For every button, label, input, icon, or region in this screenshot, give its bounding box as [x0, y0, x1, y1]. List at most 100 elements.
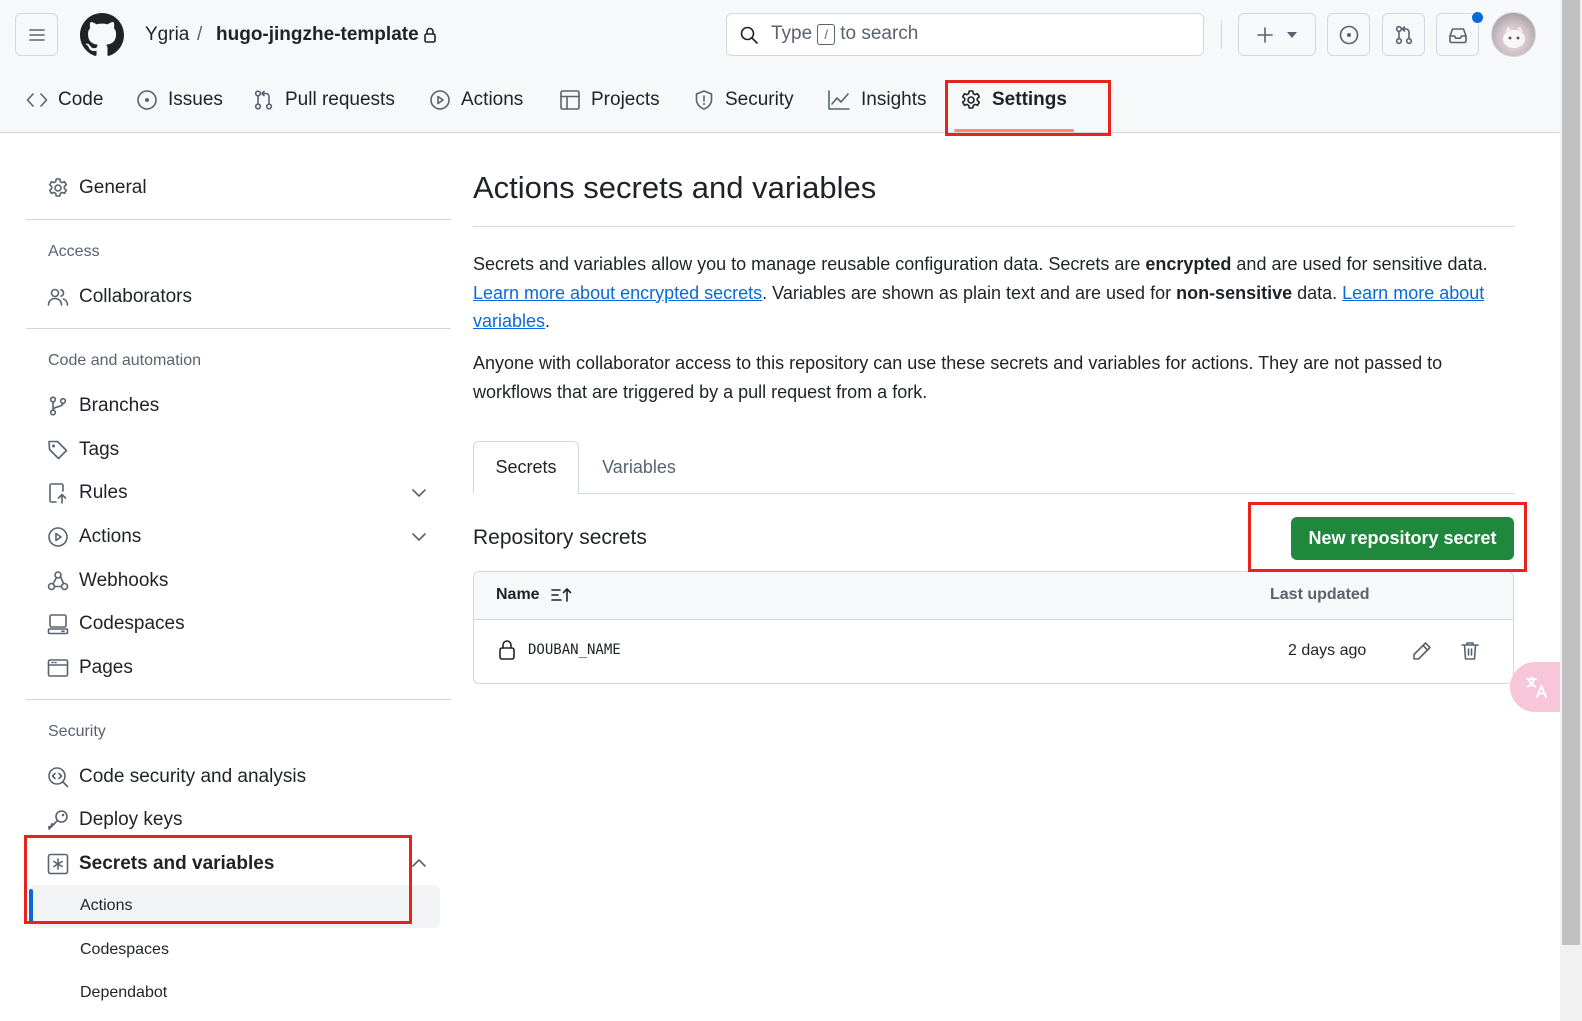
sidebar-item-actions[interactable]: Actions: [47, 522, 141, 552]
chevron-down-icon[interactable]: [410, 528, 428, 546]
codescan-icon: [48, 767, 69, 788]
sidebar-item-label: Deploy keys: [79, 809, 183, 830]
repo-push-icon: [49, 483, 67, 504]
chevron-down-icon[interactable]: [410, 484, 428, 502]
play-icon: [48, 527, 68, 547]
sidebar-item-deploy-keys[interactable]: Deploy keys: [47, 805, 183, 835]
sidebar-subitem-actions[interactable]: Actions: [80, 897, 132, 915]
sidebar-item-label: Collaborators: [79, 286, 192, 307]
column-header-name[interactable]: Name: [496, 586, 540, 604]
tab-actions[interactable]: Actions: [429, 84, 523, 116]
sidebar-item-general[interactable]: General: [47, 173, 147, 203]
title-divider: [473, 226, 1514, 227]
tag-icon: [48, 440, 68, 460]
breadcrumb-separator: /: [197, 24, 203, 45]
sidebar-heading-security: Security: [48, 723, 106, 740]
active-indicator: [29, 889, 33, 923]
create-new-button[interactable]: [1238, 13, 1316, 56]
hamburger-icon: [28, 28, 45, 41]
tab-label: Actions: [461, 89, 524, 110]
webhook-icon: [47, 571, 69, 591]
sidebar-item-code-security[interactable]: Code security and analysis: [47, 762, 306, 792]
chevron-up-icon[interactable]: [410, 854, 428, 872]
codespaces-icon: [47, 614, 69, 635]
active-tab-underline: [954, 129, 1074, 132]
tab-label: Variables: [602, 457, 676, 477]
lock-icon: [499, 640, 515, 660]
repo-link[interactable]: hugo-jingzhe-template: [216, 22, 419, 48]
sidebar-divider: [26, 699, 451, 700]
sidebar-item-label: Code security and analysis: [79, 766, 307, 787]
menu-button[interactable]: [15, 13, 58, 56]
sidebar-divider: [26, 219, 451, 220]
scrollbar-thumb[interactable]: [1562, 0, 1580, 945]
secrets-table: Name Last updated DOUBAN_NAME 2 days ago: [473, 571, 1514, 684]
issues-button[interactable]: [1327, 13, 1370, 56]
shield-icon: [695, 90, 713, 110]
tab-secrets[interactable]: Secrets: [473, 441, 579, 494]
page-title: Actions secrets and variables: [473, 170, 877, 205]
tab-label: Secrets: [495, 457, 557, 477]
sidebar-item-pages[interactable]: Pages: [47, 653, 133, 683]
translate-icon: [1526, 676, 1547, 698]
tab-label: Security: [725, 89, 794, 110]
sidebar-heading-code-automation: Code and automation: [48, 352, 201, 369]
gear-icon: [961, 90, 981, 109]
tab-variables[interactable]: Variables: [590, 441, 688, 494]
tab-projects[interactable]: Projects: [559, 84, 660, 116]
sidebar-item-label: Pages: [79, 657, 133, 678]
github-logo[interactable]: [80, 13, 124, 57]
search-icon: [740, 26, 758, 44]
owner-link[interactable]: Ygria: [145, 22, 189, 48]
graph-icon: [828, 90, 850, 110]
access-paragraph: Anyone with collaborator access to this …: [473, 353, 1443, 402]
sidebar-item-collaborators[interactable]: Collaborators: [47, 282, 192, 312]
sidebar-item-tags[interactable]: Tags: [47, 435, 119, 465]
sidebar-item-label: Actions: [79, 526, 142, 547]
tab-issues[interactable]: Issues: [136, 84, 223, 116]
sidebar-item-branches[interactable]: Branches: [47, 391, 159, 421]
new-repository-secret-button[interactable]: New repository secret: [1291, 517, 1514, 560]
tab-label: Insights: [861, 89, 927, 110]
trash-icon[interactable]: [1459, 640, 1481, 662]
browser-icon: [47, 659, 69, 677]
tab-pull-requests[interactable]: Pull requests: [253, 84, 395, 116]
tab-label: Settings: [992, 89, 1067, 110]
table-row: DOUBAN_NAME 2 days ago: [474, 619, 1513, 683]
table-icon: [560, 90, 580, 110]
desc-text: and are used for sensitive data.: [1231, 254, 1488, 274]
pencil-icon[interactable]: [1411, 640, 1433, 662]
sidebar-subitem-dependabot[interactable]: Dependabot: [80, 984, 167, 1002]
git-branch-icon: [49, 396, 67, 416]
search-shortcut-key: /: [817, 23, 836, 45]
issue-opened-icon: [137, 90, 157, 110]
learn-more-secrets-link[interactable]: Learn more about encrypted secrets: [473, 283, 762, 303]
tab-insights[interactable]: Insights: [827, 84, 926, 116]
tab-settings[interactable]: Settings: [960, 84, 1067, 116]
sidebar-item-codespaces[interactable]: Codespaces: [47, 609, 185, 639]
avatar[interactable]: [1491, 12, 1536, 57]
header-divider: [1221, 20, 1222, 49]
tab-label: Code: [58, 89, 104, 110]
sort-ascending-icon[interactable]: [550, 586, 574, 604]
sidebar-item-label: Tags: [79, 439, 120, 460]
sidebar-item-rules[interactable]: Rules: [47, 478, 128, 508]
pull-requests-button[interactable]: [1382, 13, 1425, 56]
tab-code[interactable]: Code: [26, 84, 103, 116]
desc-bold-non-sensitive: non-sensitive: [1176, 282, 1293, 303]
search-input[interactable]: Type / to search: [726, 13, 1204, 56]
sidebar-item-secrets-and-variables[interactable]: Secrets and variables: [47, 849, 274, 879]
code-icon: [26, 93, 48, 107]
gear-icon: [48, 178, 68, 197]
git-pull-request-icon: [254, 90, 273, 110]
key-icon: [48, 810, 68, 830]
sidebar-subitem-codespaces[interactable]: Codespaces: [80, 941, 169, 959]
section-title: Repository secrets: [473, 526, 647, 549]
sidebar-divider: [26, 328, 451, 329]
description-paragraph: Secrets and variables allow you to manag…: [473, 250, 1513, 336]
sidebar-item-label: Branches: [79, 395, 160, 416]
inbox-icon: [1448, 27, 1467, 43]
sidebar-item-webhooks[interactable]: Webhooks: [47, 566, 168, 596]
desc-text: . Variables are shown as plain text and …: [762, 282, 1177, 303]
tab-security[interactable]: Security: [693, 84, 794, 116]
